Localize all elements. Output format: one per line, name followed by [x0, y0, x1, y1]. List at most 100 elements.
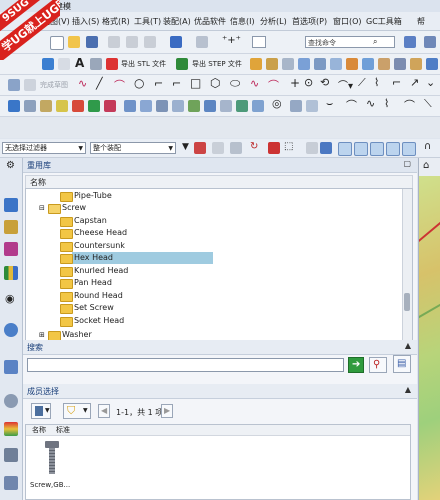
- menu-info[interactable]: 信息(I): [230, 16, 255, 27]
- export-stl-label[interactable]: 导出 STL 文件: [121, 59, 166, 69]
- selection-filter-dropdown[interactable]: 无选择过滤器 ▼: [2, 142, 86, 154]
- pattern-icon[interactable]: [90, 58, 102, 70]
- web-browser-icon[interactable]: [4, 323, 18, 337]
- snap-point-icon[interactable]: ⁺+⁺: [222, 35, 241, 46]
- trim-icon[interactable]: ⟋: [358, 76, 366, 90]
- enlarge-icon[interactable]: [220, 100, 232, 112]
- arc-icon[interactable]: ⌒: [114, 77, 125, 93]
- tree-item-cheese-head[interactable]: Cheese Head: [26, 227, 406, 239]
- ruled-icon[interactable]: [40, 100, 52, 112]
- offset-icon[interactable]: ⊙: [304, 76, 313, 89]
- circle-icon[interactable]: ○: [134, 76, 144, 90]
- menu-youpin[interactable]: 优品软件: [194, 16, 226, 27]
- corner-icon[interactable]: ⌐: [392, 76, 401, 89]
- tree-item-countersunk[interactable]: Countersunk: [26, 240, 406, 252]
- undo-icon[interactable]: [170, 36, 182, 48]
- deselect-icon[interactable]: [212, 142, 224, 154]
- next-page-button[interactable]: ▶: [161, 404, 173, 418]
- tree-item-hex-head[interactable]: Hex Head: [58, 252, 213, 264]
- patch-icon[interactable]: [204, 100, 216, 112]
- menu-help[interactable]: 帮: [417, 16, 425, 27]
- settings-gear-icon[interactable]: ⚙: [6, 160, 15, 171]
- fillet-icon[interactable]: ⌐: [154, 77, 163, 90]
- cube-icon[interactable]: [320, 142, 332, 154]
- surface-mesh-icon[interactable]: [24, 100, 36, 112]
- column-standard-header[interactable]: 标准: [56, 425, 70, 435]
- export-stl-icon[interactable]: [106, 58, 118, 70]
- sketch-plane-icon[interactable]: [8, 79, 20, 91]
- more-curves-icon[interactable]: ⌄: [426, 76, 435, 89]
- export-step-label[interactable]: 导出 STEP 文件: [192, 59, 242, 69]
- tree-item-knurled-head[interactable]: Knurled Head: [26, 265, 406, 277]
- advanced-search-button[interactable]: ▤: [393, 355, 411, 373]
- line-icon[interactable]: ╱: [96, 77, 103, 90]
- join-curve-icon[interactable]: ⌒: [346, 97, 357, 113]
- chamfer-icon[interactable]: [346, 58, 358, 70]
- sew-icon[interactable]: [172, 100, 184, 112]
- tree-item-capstan[interactable]: Capstan: [26, 215, 406, 227]
- draft-icon[interactable]: [378, 58, 390, 70]
- divide-curve-icon[interactable]: ∿: [366, 97, 375, 110]
- tree-scrollbar[interactable]: [402, 189, 412, 341]
- boss-icon[interactable]: [298, 58, 310, 70]
- snap-icon[interactable]: ↻: [250, 141, 258, 152]
- spline-icon[interactable]: ∿: [250, 77, 259, 90]
- menu-tools[interactable]: 工具(T): [134, 16, 161, 27]
- point-icon[interactable]: +: [290, 76, 300, 90]
- chevron-up-icon[interactable]: ▲: [405, 385, 411, 394]
- tree-item-pipe-tube[interactable]: Pipe-Tube: [26, 190, 406, 202]
- snap-more-icon[interactable]: ∩: [424, 141, 431, 152]
- search-go-button[interactable]: ➔: [348, 357, 364, 373]
- scrollbar-thumb[interactable]: [404, 293, 410, 311]
- reset-filter-icon[interactable]: [230, 142, 242, 154]
- export-step-icon[interactable]: [176, 58, 188, 70]
- menu-window[interactable]: 窗口(O): [333, 16, 362, 27]
- column-name-header[interactable]: 名称: [30, 177, 46, 188]
- reuse-library-icon[interactable]: [4, 266, 18, 280]
- palette-icon[interactable]: [4, 422, 18, 436]
- menu-format[interactable]: 格式(R): [102, 16, 130, 27]
- paste-icon[interactable]: [144, 36, 156, 48]
- face-icon[interactable]: [8, 100, 20, 112]
- view-mode-button[interactable]: ▼: [31, 403, 51, 419]
- snap-tangent-icon[interactable]: [386, 142, 400, 156]
- profile-icon[interactable]: ∿: [78, 77, 87, 90]
- trim-body-icon[interactable]: [394, 58, 406, 70]
- trim-sheet-icon[interactable]: [140, 100, 152, 112]
- through-curves-icon[interactable]: [56, 100, 68, 112]
- member-select-header[interactable]: 成员选择 ▲: [23, 384, 417, 399]
- chevron-up-icon[interactable]: ▲: [405, 341, 411, 350]
- shell-icon[interactable]: [362, 58, 374, 70]
- collapse-icon[interactable]: ⊟: [39, 202, 45, 214]
- law-extension-icon[interactable]: [252, 100, 264, 112]
- process-studio-icon[interactable]: [4, 394, 18, 408]
- library-tree[interactable]: Pipe-Tube ⊟ Screw Capstan Cheese Head Co…: [25, 188, 413, 342]
- member-tile[interactable]: Screw,GB...: [30, 439, 76, 495]
- selection-scope-dropdown[interactable]: 整个装配 ▼: [90, 142, 176, 154]
- graphics-window[interactable]: ⌂: [418, 158, 440, 500]
- search-icon[interactable]: ⌕: [373, 37, 377, 47]
- rect-select-icon[interactable]: ⬚: [284, 141, 293, 152]
- studio-surface-icon[interactable]: [104, 100, 116, 112]
- snap-curve-icon[interactable]: [370, 142, 384, 156]
- helix-icon[interactable]: ⌇: [384, 97, 389, 110]
- select-face-icon[interactable]: [268, 142, 280, 154]
- tree-item-round-head[interactable]: Round Head: [26, 290, 406, 302]
- offset-curve-icon[interactable]: ⟍: [424, 97, 432, 111]
- tree-item-pan-head[interactable]: Pan Head: [26, 277, 406, 289]
- snap-endpoint-icon[interactable]: [338, 142, 352, 156]
- show-hide-icon[interactable]: [306, 142, 318, 154]
- filter-options-icon[interactable]: ▼: [182, 142, 189, 152]
- search-header[interactable]: 搜索 ▲: [23, 340, 417, 355]
- sketch-finish-icon[interactable]: [24, 79, 36, 91]
- view-layout-icon[interactable]: [404, 36, 416, 48]
- tree-item-socket-head[interactable]: Socket Head: [26, 315, 406, 327]
- cut-icon[interactable]: [108, 36, 120, 48]
- snap-intersect-icon[interactable]: [402, 142, 416, 156]
- window-options-icon[interactable]: [424, 36, 436, 48]
- polygon-icon[interactable]: ⬡: [210, 76, 220, 90]
- tree-item-set-screw[interactable]: Set Screw: [26, 302, 406, 314]
- section-curve-icon[interactable]: [306, 100, 318, 112]
- bridge-curve-icon[interactable]: ⌣: [326, 97, 333, 111]
- isoparametric-icon[interactable]: [236, 100, 248, 112]
